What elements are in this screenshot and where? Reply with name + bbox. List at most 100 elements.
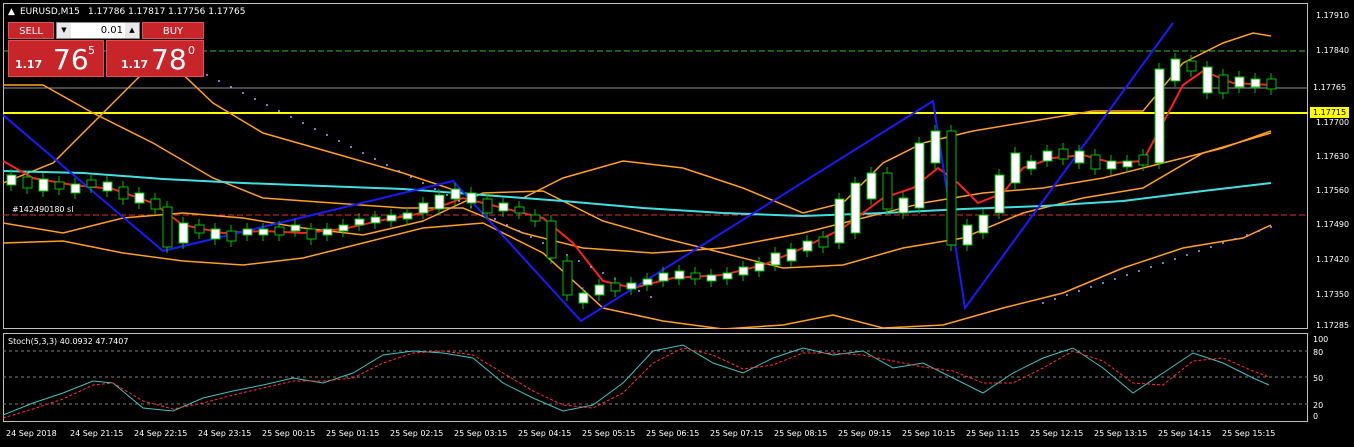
lot-increase-icon[interactable]: ▲ [125, 23, 139, 38]
collapse-icon[interactable]: ▲ [8, 7, 15, 17]
sell-button[interactable]: SELL [8, 22, 54, 39]
candle-body [210, 228, 221, 240]
buy-price-pips: 78 [151, 43, 187, 76]
sar-dot [290, 116, 292, 118]
highlight-price-tag: 1.17715 [1310, 107, 1350, 118]
candle-body [962, 224, 973, 246]
sar-dot [530, 236, 532, 238]
candle-body [386, 214, 397, 222]
sar-dot [422, 182, 424, 184]
sar-dot [242, 92, 244, 94]
sar-dot [1174, 258, 1176, 260]
candle-body [150, 198, 161, 210]
candle-body [578, 292, 589, 304]
time-tick: 25 Sep 10:15 [902, 429, 956, 438]
candle-body [338, 224, 349, 232]
time-tick: 25 Sep 09:15 [838, 429, 892, 438]
candle-body [38, 178, 49, 192]
sar-dot [1210, 246, 1212, 248]
candle-body [818, 236, 829, 248]
sar-dot [1150, 266, 1152, 268]
candle-body [242, 228, 253, 236]
candle-body [134, 192, 145, 204]
candle-body [802, 240, 813, 252]
buy-price-box[interactable]: 1.17 78 0 [106, 40, 204, 77]
candle-body [514, 206, 525, 214]
candle-body [22, 176, 33, 189]
sar-dot [1186, 254, 1188, 256]
stoch-tick: 20 [1313, 401, 1324, 410]
candle-body [370, 216, 381, 224]
candle-body [978, 214, 989, 234]
sell-price-fraction: 5 [88, 44, 95, 57]
candle-body [690, 272, 701, 280]
sar-dot [326, 134, 328, 136]
stochastic-canvas[interactable] [3, 333, 1308, 422]
candle-body [754, 262, 765, 272]
candle-body [658, 272, 669, 282]
lot-size-stepper[interactable]: ▼ 0.01 ▲ [56, 22, 140, 39]
candle-body [770, 252, 781, 266]
sell-price-prefix: 1.17 [15, 58, 43, 71]
order-line-label[interactable]: #142490180 sl [12, 205, 73, 214]
candle-body [118, 186, 129, 200]
price-tick: 1.17840 [1316, 46, 1350, 55]
slow-ma-line [3, 170, 1272, 218]
sar-dot [1258, 230, 1260, 232]
sar-dot [650, 296, 652, 298]
sar-dot [1138, 270, 1140, 272]
lot-size-input[interactable]: 0.01 [73, 23, 123, 38]
time-tick: 24 Sep 22:15 [134, 429, 188, 438]
candle-body [1218, 74, 1229, 94]
candle-body [322, 228, 333, 236]
sar-dot [434, 188, 436, 190]
sar-dot [206, 74, 208, 76]
candle-body [1186, 60, 1197, 72]
lot-decrease-icon[interactable]: ▼ [57, 23, 71, 38]
sar-dot [230, 86, 232, 88]
ohlc-label: 1.17786 1.17817 1.17756 1.17765 [88, 7, 246, 17]
lower-envelope-line [3, 222, 1272, 329]
sar-dot [458, 200, 460, 202]
sar-dot [266, 104, 268, 106]
sell-price-pips: 76 [53, 43, 89, 76]
candle-body [722, 272, 733, 280]
time-tick: 25 Sep 14:15 [1158, 429, 1212, 438]
candle-body [626, 282, 637, 290]
candle-body [402, 212, 413, 220]
time-tick: 25 Sep 08:15 [774, 429, 828, 438]
time-tick: 24 Sep 2018 [6, 429, 57, 438]
sar-dot [338, 140, 340, 142]
price-tick: 1.17420 [1316, 255, 1350, 264]
sar-dot [1090, 286, 1092, 288]
sar-dot [638, 290, 640, 292]
sar-dot [1114, 278, 1116, 280]
price-tick: 1.17490 [1316, 220, 1350, 229]
sar-dot [1246, 234, 1248, 236]
candle-body [290, 224, 301, 232]
candle-body [882, 172, 893, 210]
sar-dot [374, 158, 376, 160]
buy-price-prefix: 1.17 [121, 58, 149, 71]
time-tick: 25 Sep 05:15 [582, 429, 636, 438]
candle-body [1090, 154, 1101, 170]
stoch-tick: 50 [1313, 374, 1324, 383]
candle-body [498, 202, 509, 212]
stoch-tick: 80 [1313, 348, 1324, 357]
candle-body [1010, 152, 1021, 184]
candle-body [178, 222, 189, 244]
sell-price-box[interactable]: 1.17 76 5 [8, 40, 104, 77]
candle-body [1042, 150, 1053, 162]
sar-dot [254, 98, 256, 100]
candle-body [1026, 160, 1037, 170]
sar-dot [362, 152, 364, 154]
buy-button[interactable]: BUY [142, 22, 204, 39]
buy-price-fraction: 0 [188, 44, 195, 57]
sar-dot [1078, 290, 1080, 292]
stoch-signal-line [3, 347, 1270, 419]
candle-body [1122, 160, 1133, 168]
stoch-tick: 100 [1313, 335, 1329, 344]
candle-body [1202, 66, 1213, 94]
candle-body [834, 198, 845, 244]
candle-body [850, 182, 861, 234]
